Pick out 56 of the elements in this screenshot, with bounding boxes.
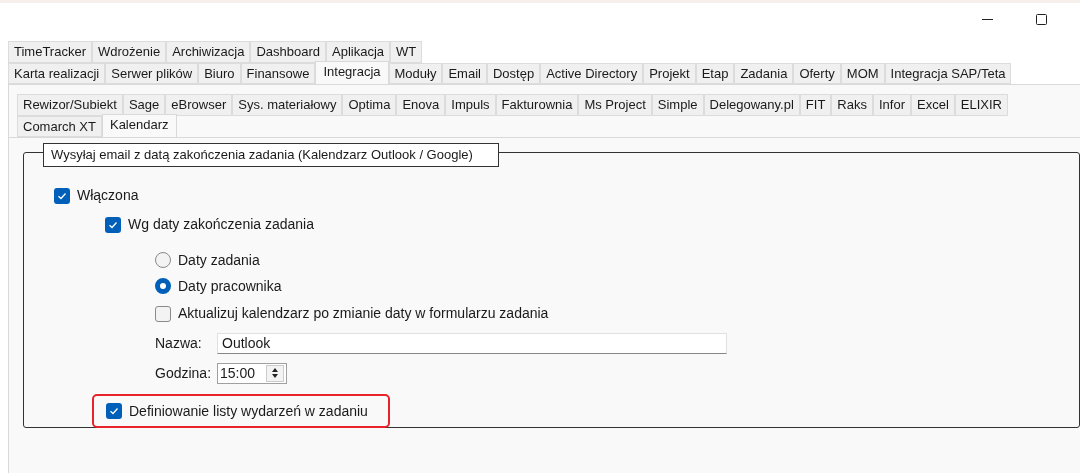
tab[interactable]: Biuro bbox=[198, 62, 241, 84]
checkbox-label: Wg daty zakończenia zadania bbox=[128, 215, 314, 234]
radio-label: Daty pracownika bbox=[178, 276, 282, 296]
checkbox-label: Aktualizuj kalendzarz po zmianie daty w formularzu zadania bbox=[178, 304, 549, 323]
tab[interactable]: Dostęp bbox=[486, 62, 541, 84]
checkbox[interactable] bbox=[106, 403, 122, 419]
tab[interactable]: Raks bbox=[831, 94, 873, 116]
radio-button[interactable] bbox=[155, 252, 171, 268]
spinner-arrows-icon[interactable] bbox=[266, 364, 284, 382]
tab[interactable]: Integracja SAP/Teta bbox=[884, 62, 1012, 84]
tab[interactable]: Impuls bbox=[445, 94, 496, 116]
check-icon bbox=[57, 190, 67, 201]
tab[interactable]: Archiwizacja bbox=[166, 41, 251, 63]
tab[interactable]: Enova bbox=[396, 94, 446, 116]
tab[interactable]: Excel bbox=[911, 94, 955, 116]
checkbox[interactable] bbox=[105, 216, 121, 233]
tab[interactable]: Fakturownia bbox=[495, 94, 579, 116]
tab[interactable]: WT bbox=[390, 41, 423, 63]
tab[interactable]: Simple bbox=[651, 94, 704, 116]
tab[interactable]: eBrowser bbox=[165, 94, 233, 116]
tab[interactable]: Projekt bbox=[643, 62, 696, 84]
time-spinner[interactable]: 15:00 bbox=[217, 362, 287, 384]
tab[interactable]: Oferty bbox=[793, 62, 841, 84]
radio-label: Daty zadania bbox=[178, 250, 260, 270]
tab[interactable]: Ms Project bbox=[578, 94, 652, 116]
tab[interactable]: Zadania bbox=[734, 62, 794, 84]
checkbox[interactable] bbox=[155, 305, 171, 322]
tab[interactable]: Wdrożenie bbox=[92, 41, 167, 63]
checkbox-label: Definiowanie listy wydarzeń w zadaniu bbox=[129, 401, 368, 421]
check-icon bbox=[108, 219, 118, 230]
tab[interactable]: Serwer plików bbox=[105, 62, 199, 84]
tab[interactable]: ELIXIR bbox=[954, 94, 1008, 116]
radio-button[interactable] bbox=[155, 278, 171, 294]
name-input[interactable]: Outlook bbox=[217, 332, 727, 354]
tab[interactable]: Integracja bbox=[315, 60, 389, 84]
tab[interactable]: Etap bbox=[695, 62, 735, 84]
checkbox[interactable] bbox=[54, 187, 70, 204]
field-label: Godzina: bbox=[155, 363, 213, 383]
tab[interactable]: Comarch XT bbox=[17, 115, 102, 137]
tab[interactable]: MOM bbox=[840, 62, 885, 84]
tab[interactable]: Optima bbox=[342, 94, 397, 116]
tab[interactable]: Moduły bbox=[388, 62, 443, 84]
tab[interactable]: Sys. materiałowy bbox=[232, 94, 343, 116]
field-label: Nazwa: bbox=[155, 333, 203, 353]
tab[interactable]: TimeTracker bbox=[8, 41, 92, 63]
checkbox-label: Włączona bbox=[77, 186, 139, 205]
tab[interactable]: Dashboard bbox=[250, 41, 326, 63]
tab[interactable]: Infor bbox=[872, 94, 911, 116]
tab[interactable]: Rewizor/Subiekt bbox=[17, 94, 123, 116]
tab[interactable]: FIT bbox=[799, 94, 832, 116]
check-icon bbox=[109, 406, 119, 416]
tab[interactable]: Email bbox=[442, 62, 487, 84]
tab[interactable]: Karta realizacji bbox=[8, 62, 106, 84]
tab[interactable]: Delegowany.pl bbox=[703, 94, 800, 116]
group-title: Wysyłaj email z datą zakończenia zadania (Kalendzarz Outlook / Google) bbox=[43, 143, 499, 167]
tab[interactable]: Active Directory bbox=[540, 62, 644, 84]
